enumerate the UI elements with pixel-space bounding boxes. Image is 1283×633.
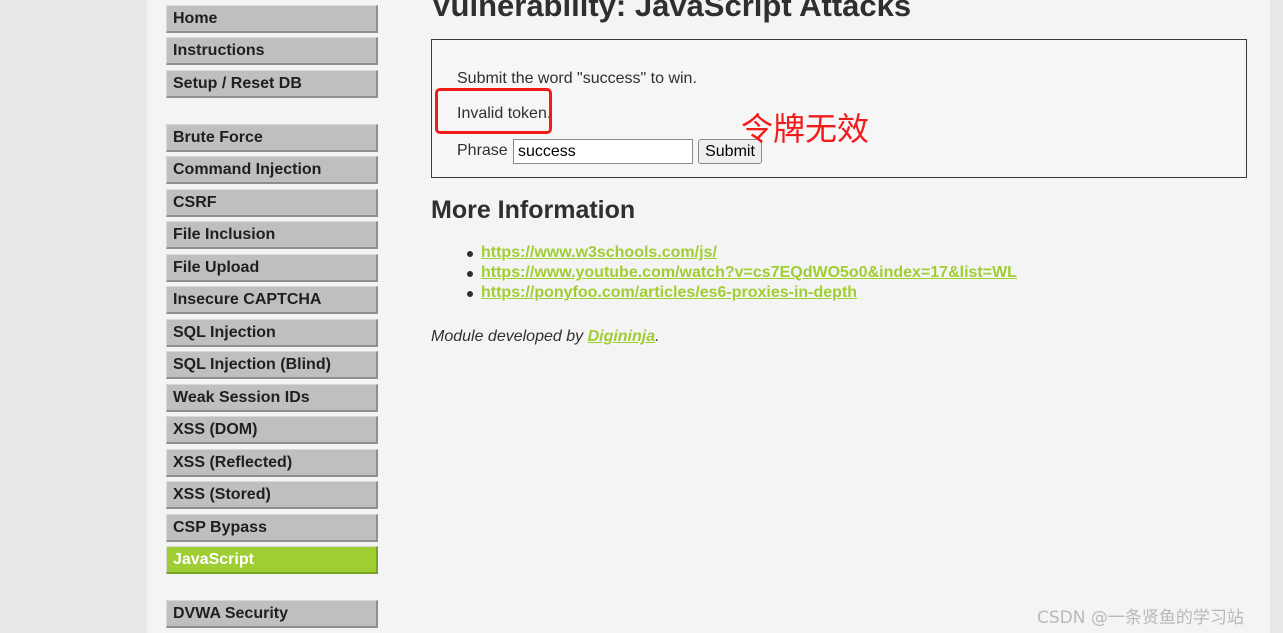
menu-item-file-inclusion[interactable]: File Inclusion <box>166 221 378 249</box>
menu-item-weak-session-ids[interactable]: Weak Session IDs <box>166 384 378 412</box>
module-credit: Module developed by Digininja. <box>431 328 660 346</box>
menu-item-sql-injection-blind[interactable]: SQL Injection (Blind) <box>166 351 378 379</box>
red-highlight-box <box>435 88 552 134</box>
watermark: CSDN @一条贤鱼的学习站 <box>1037 608 1244 628</box>
list-item: https://ponyfoo.com/articles/es6-proxies… <box>463 283 1017 303</box>
annotation-text: 令牌无效 <box>741 110 870 148</box>
bullet-icon <box>467 251 473 257</box>
phrase-label: Phrase <box>457 142 508 159</box>
credit-prefix: Module developed by <box>431 328 588 345</box>
bullet-icon <box>467 271 473 277</box>
menu-item-xss-stored[interactable]: XSS (Stored) <box>166 481 378 509</box>
list-item: https://www.w3schools.com/js/ <box>463 243 1017 263</box>
instructions-text: Submit the word "success" to win. <box>457 70 697 87</box>
more-information-title: More Information <box>431 196 636 224</box>
credit-suffix: . <box>655 328 660 345</box>
menu-item-instructions[interactable]: Instructions <box>166 37 378 65</box>
menu-item-command-injection[interactable]: Command Injection <box>166 156 378 184</box>
menu-item-dvwa-security[interactable]: DVWA Security <box>166 600 378 628</box>
bullet-icon <box>467 291 473 297</box>
page-title: Vulnerability: JavaScript Attacks <box>431 0 912 23</box>
menu-item-home[interactable]: Home <box>166 5 378 33</box>
list-item: https://www.youtube.com/watch?v=cs7EQdWO… <box>463 263 1017 283</box>
menu-item-file-upload[interactable]: File Upload <box>166 254 378 282</box>
link-digininja[interactable]: Digininja <box>588 328 656 345</box>
menu-item-csrf[interactable]: CSRF <box>166 189 378 217</box>
menu-item-xss-reflected[interactable]: XSS (Reflected) <box>166 449 378 477</box>
menu-item-insecure-captcha[interactable]: Insecure CAPTCHA <box>166 286 378 314</box>
menu-item-javascript[interactable]: JavaScript <box>166 546 378 574</box>
link-w3schools[interactable]: https://www.w3schools.com/js/ <box>481 244 717 261</box>
right-gutter <box>1270 0 1283 633</box>
menu-item-xss-dom[interactable]: XSS (DOM) <box>166 416 378 444</box>
menu-item-brute-force[interactable]: Brute Force <box>166 124 378 152</box>
menu-item-setup-reset-db[interactable]: Setup / Reset DB <box>166 70 378 98</box>
left-gutter <box>0 0 147 633</box>
link-ponyfoo[interactable]: https://ponyfoo.com/articles/es6-proxies… <box>481 284 857 301</box>
menu-item-sql-injection[interactable]: SQL Injection <box>166 319 378 347</box>
phrase-input[interactable] <box>513 139 693 164</box>
menu-item-csp-bypass[interactable]: CSP Bypass <box>166 514 378 542</box>
link-youtube[interactable]: https://www.youtube.com/watch?v=cs7EQdWO… <box>481 264 1017 281</box>
more-info-links: https://www.w3schools.com/js/ https://ww… <box>463 243 1017 303</box>
